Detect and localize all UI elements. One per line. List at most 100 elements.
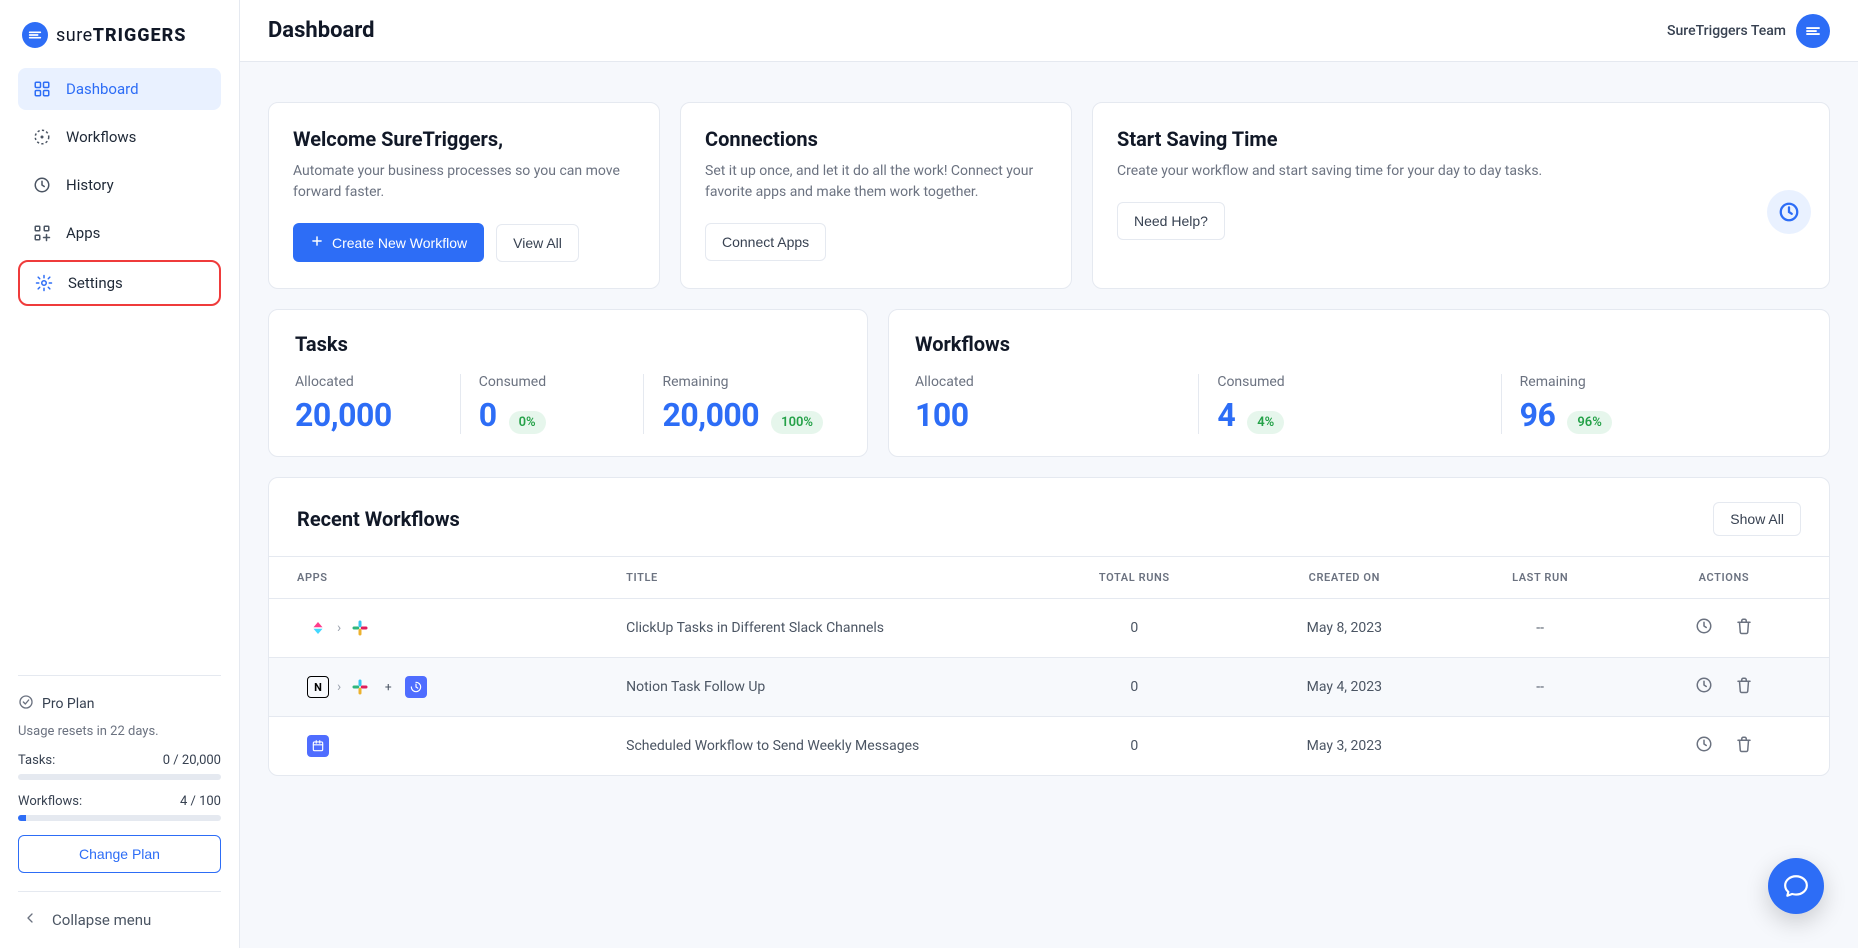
plan-badge: Pro Plan	[18, 694, 221, 714]
row-runs: 0	[1032, 658, 1238, 717]
stat-value: 96	[1520, 396, 1556, 434]
tasks-usage-row: Tasks:0 / 20,000	[18, 753, 221, 768]
row-created: May 8, 2023	[1237, 599, 1451, 658]
schedule-icon	[307, 735, 329, 757]
sidebar-item-apps[interactable]: Apps	[18, 212, 221, 254]
table-row[interactable]: › ClickUp Tasks in Different Slack Chann…	[269, 599, 1829, 658]
need-help-button[interactable]: Need Help?	[1117, 202, 1225, 240]
sidebar-item-history[interactable]: History	[18, 164, 221, 206]
tasks-progress	[18, 774, 221, 780]
col-actions: ACTIONS	[1629, 557, 1829, 599]
connections-card: Connections Set it up once, and let it d…	[680, 102, 1072, 289]
recent-workflows-table: APPS TITLE TOTAL RUNS CREATED ON LAST RU…	[269, 556, 1829, 775]
row-title: Scheduled Workflow to Send Weekly Messag…	[608, 717, 1031, 776]
welcome-text: Automate your business processes so you …	[293, 161, 635, 203]
team-name: SureTriggers Team	[1667, 23, 1786, 39]
brand-text: sureTRIGGERS	[56, 25, 186, 46]
row-runs: 0	[1032, 599, 1238, 658]
gear-icon	[34, 273, 54, 293]
stat-badge: 100%	[771, 411, 823, 434]
saving-time-card: Start Saving Time Create your workflow a…	[1092, 102, 1830, 289]
row-created: May 4, 2023	[1237, 658, 1451, 717]
col-runs: TOTAL RUNS	[1032, 557, 1238, 599]
delay-icon	[405, 676, 427, 698]
clock-icon	[1767, 190, 1811, 234]
col-title: TITLE	[608, 557, 1031, 599]
chevron-left-icon	[22, 910, 38, 930]
stat-badge: 0%	[509, 411, 546, 434]
welcome-title: Welcome SureTriggers,	[293, 127, 635, 151]
topbar: Dashboard SureTriggers Team	[240, 0, 1858, 62]
slack-icon	[349, 617, 371, 639]
clickup-icon	[307, 617, 329, 639]
sidebar: sureTRIGGERS Dashboard Workflows His	[0, 0, 240, 948]
team-avatar-icon	[1796, 14, 1830, 48]
workflows-stats-card: Workflows Allocated 100 Consumed 4 4%	[888, 309, 1830, 457]
tasks-stats-card: Tasks Allocated 20,000 Consumed 0 0%	[268, 309, 868, 457]
team-switcher[interactable]: SureTriggers Team	[1667, 14, 1830, 48]
row-runs: 0	[1032, 717, 1238, 776]
sidebar-item-label: History	[66, 176, 114, 194]
show-all-button[interactable]: Show All	[1713, 502, 1801, 536]
row-last	[1452, 717, 1629, 776]
stat-value: 20,000	[295, 396, 392, 434]
workflows-progress	[18, 815, 221, 821]
workflows-usage-row: Workflows:4 / 100	[18, 794, 221, 809]
chevron-right-icon: ›	[337, 620, 341, 636]
stat-label: Allocated	[295, 374, 442, 390]
connect-apps-button[interactable]: Connect Apps	[705, 223, 826, 261]
sidebar-item-workflows[interactable]: Workflows	[18, 116, 221, 158]
brand-logo: sureTRIGGERS	[22, 22, 217, 48]
delete-action-icon[interactable]	[1735, 676, 1753, 698]
slack-icon	[349, 676, 371, 698]
stat-label: Allocated	[915, 374, 1180, 390]
stat-badge: 4%	[1247, 411, 1284, 434]
plus-icon	[310, 234, 324, 251]
row-title: ClickUp Tasks in Different Slack Channel…	[608, 599, 1031, 658]
col-apps: APPS	[269, 557, 608, 599]
history-action-icon[interactable]	[1695, 735, 1713, 757]
history-action-icon[interactable]	[1695, 676, 1713, 698]
history-action-icon[interactable]	[1695, 617, 1713, 639]
change-plan-button[interactable]: Change Plan	[18, 835, 221, 873]
table-row[interactable]: Scheduled Workflow to Send Weekly Messag…	[269, 717, 1829, 776]
workflows-stats-title: Workflows	[915, 332, 1803, 356]
stat-label: Remaining	[662, 374, 823, 390]
saving-title: Start Saving Time	[1117, 127, 1805, 151]
collapse-label: Collapse menu	[52, 911, 151, 929]
saving-text: Create your workflow and start saving ti…	[1117, 161, 1805, 182]
col-last: LAST RUN	[1452, 557, 1629, 599]
stat-value: 20,000	[662, 396, 759, 434]
sidebar-item-label: Workflows	[66, 128, 136, 146]
row-title: Notion Task Follow Up	[608, 658, 1031, 717]
sidebar-item-dashboard[interactable]: Dashboard	[18, 68, 221, 110]
stat-badge: 96%	[1567, 411, 1611, 434]
collapse-menu-button[interactable]: Collapse menu	[18, 910, 221, 930]
check-circle-icon	[18, 694, 34, 714]
sidebar-item-label: Settings	[68, 274, 123, 292]
view-all-button[interactable]: View All	[496, 224, 579, 262]
apps-icon	[32, 223, 52, 243]
delete-action-icon[interactable]	[1735, 617, 1753, 639]
stat-label: Consumed	[1217, 374, 1482, 390]
usage-reset-text: Usage resets in 22 days.	[18, 724, 221, 739]
workflows-icon	[32, 127, 52, 147]
row-created: May 3, 2023	[1237, 717, 1451, 776]
plus-icon: +	[379, 678, 397, 696]
stat-label: Remaining	[1520, 374, 1785, 390]
notion-icon: N	[307, 676, 329, 698]
delete-action-icon[interactable]	[1735, 735, 1753, 757]
row-last: --	[1452, 658, 1629, 717]
row-last: --	[1452, 599, 1629, 658]
stat-value: 0	[479, 396, 497, 434]
sidebar-item-settings[interactable]: Settings	[18, 260, 221, 306]
stat-label: Consumed	[479, 374, 626, 390]
recent-workflows-card: Recent Workflows Show All APPS TITLE TOT…	[268, 477, 1830, 776]
connections-title: Connections	[705, 127, 1047, 151]
create-workflow-button[interactable]: Create New Workflow	[293, 223, 484, 262]
col-created: CREATED ON	[1237, 557, 1451, 599]
welcome-card: Welcome SureTriggers, Automate your busi…	[268, 102, 660, 289]
table-row[interactable]: N › +	[269, 658, 1829, 717]
chat-support-button[interactable]	[1768, 858, 1824, 914]
sidebar-item-label: Apps	[66, 224, 100, 242]
